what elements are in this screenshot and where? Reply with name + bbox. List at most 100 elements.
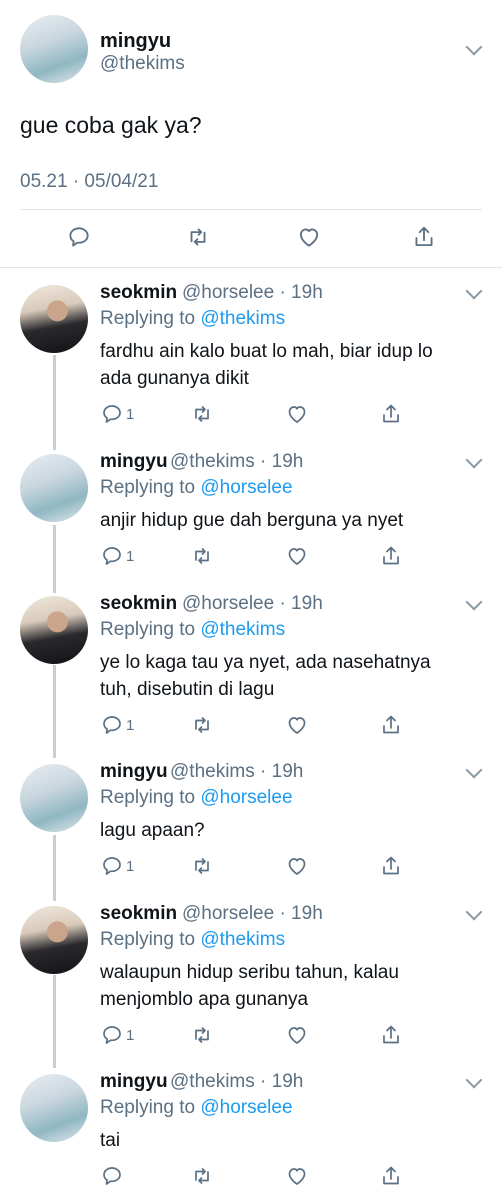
like-icon[interactable] [285,1164,309,1193]
thread-line [53,835,56,901]
reply-count: 1 [126,548,135,565]
author-handle-time[interactable]: @horselee · 19h [182,903,323,925]
retweet-icon-svg [195,548,209,564]
tweet-text: fardhu ain kalo buat lo mah, biar idup l… [100,338,480,392]
author-handle-time[interactable]: @thekims · 19h [170,761,303,783]
like-icon[interactable] [285,713,309,742]
avatar[interactable] [20,596,88,664]
author-handle-time[interactable]: @horselee · 19h [182,282,323,304]
share-icon-svg [383,1025,399,1044]
retweet-icon[interactable] [190,544,214,573]
retweet-icon[interactable] [190,1023,214,1052]
replying-to-label: Replying to [100,929,201,950]
replying-to-label: Replying to [100,787,201,808]
author-name[interactable]: mingyu [100,1071,168,1093]
retweet-icon-svg [195,717,209,733]
share-icon-svg [383,404,399,423]
reply-icon[interactable] [100,854,124,883]
reply-icon-svg [103,547,121,565]
replying-to-handle[interactable]: @thekims [200,929,285,950]
retweet-icon[interactable] [190,854,214,883]
avatar[interactable] [20,1074,88,1142]
reply-icon[interactable] [100,1023,124,1052]
like-icon[interactable] [285,854,309,883]
reply-icon[interactable] [66,224,92,255]
replying-to-label: Replying to [100,308,201,329]
like-icon-svg [288,1168,306,1185]
reply-icon[interactable] [100,713,124,742]
avatar[interactable] [20,15,88,83]
reply-count: 1 [126,717,135,734]
reply-icon[interactable] [100,402,124,431]
like-icon[interactable] [296,224,322,255]
author-handle-time[interactable]: @thekims · 19h [170,451,303,473]
replying-to-handle[interactable]: @horselee [200,477,292,498]
author-handle-time[interactable]: @thekims · 19h [170,1071,303,1093]
avatar[interactable] [20,764,88,832]
thread-line [53,665,56,758]
avatar[interactable] [20,285,88,353]
tweet-text-line: tuh, disebutin di lagu [100,679,275,700]
share-icon[interactable] [379,854,403,883]
like-icon[interactable] [285,402,309,431]
chevron-down-icon[interactable] [465,593,483,611]
author-handle[interactable]: @thekims [100,53,185,75]
avatar[interactable] [20,906,88,974]
tweet-text-line: lagu apaan? [100,820,205,841]
share-icon[interactable] [379,1164,403,1193]
avatar[interactable] [20,454,88,522]
replying-to-handle[interactable]: @thekims [200,308,285,329]
author-name[interactable]: mingyu [100,451,168,473]
like-icon-svg [288,548,306,565]
replying-to-label: Replying to [100,1097,201,1118]
retweet-icon[interactable] [190,1164,214,1193]
author-name[interactable]: seokmin [100,903,177,925]
retweet-icon[interactable] [185,224,211,255]
reply-icon[interactable] [100,544,124,573]
retweet-icon[interactable] [190,402,214,431]
replying-to-label: Replying to [100,619,201,640]
replying-to: Replying to @thekims [100,929,285,951]
share-icon[interactable] [379,1023,403,1052]
like-icon[interactable] [285,544,309,573]
thread-line [53,975,56,1068]
replying-to-handle[interactable]: @thekims [200,619,285,640]
share-icon[interactable] [379,402,403,431]
author-handle-time[interactable]: @horselee · 19h [182,593,323,615]
share-icon-svg [383,1166,399,1185]
share-icon[interactable] [379,544,403,573]
retweet-icon[interactable] [190,713,214,742]
replying-to-handle[interactable]: @horselee [200,1097,292,1118]
share-icon-svg [383,856,399,875]
chevron-down-icon[interactable] [465,282,483,300]
author-name[interactable]: mingyu [100,761,168,783]
replying-to-handle[interactable]: @horselee [200,787,292,808]
tweet-text-line: walaupun hidup seribu tahun, kalau [100,962,399,983]
share-icon-svg [383,546,399,565]
reply-icon-svg [103,716,121,734]
chevron-down-icon[interactable] [465,38,483,56]
replying-to: Replying to @thekims [100,308,285,330]
author-name[interactable]: seokmin [100,593,177,615]
reply-icon[interactable] [100,1164,124,1193]
chevron-down-icon[interactable] [465,451,483,469]
retweet-icon-svg [195,406,209,422]
chevron-down-icon[interactable] [465,903,483,921]
divider [20,209,482,210]
tweet-text-line: ada gunanya dikit [100,368,249,389]
thread-line [53,355,56,450]
tweet-text: anjir hidup gue dah berguna ya nyet [100,507,480,534]
reply-count: 1 [126,858,135,875]
tweet-text: tai [100,1127,480,1154]
like-icon[interactable] [285,1023,309,1052]
chevron-down-icon[interactable] [465,1071,483,1089]
author-name[interactable]: mingyu [100,30,171,53]
chevron-down-icon[interactable] [465,761,483,779]
share-icon[interactable] [379,713,403,742]
like-icon-svg [288,406,306,423]
reply-icon-svg [103,405,121,423]
tweet-text-line: anjir hidup gue dah berguna ya nyet [100,510,404,531]
reply-icon-svg [103,857,121,875]
share-icon[interactable] [411,224,437,255]
author-name[interactable]: seokmin [100,282,177,304]
